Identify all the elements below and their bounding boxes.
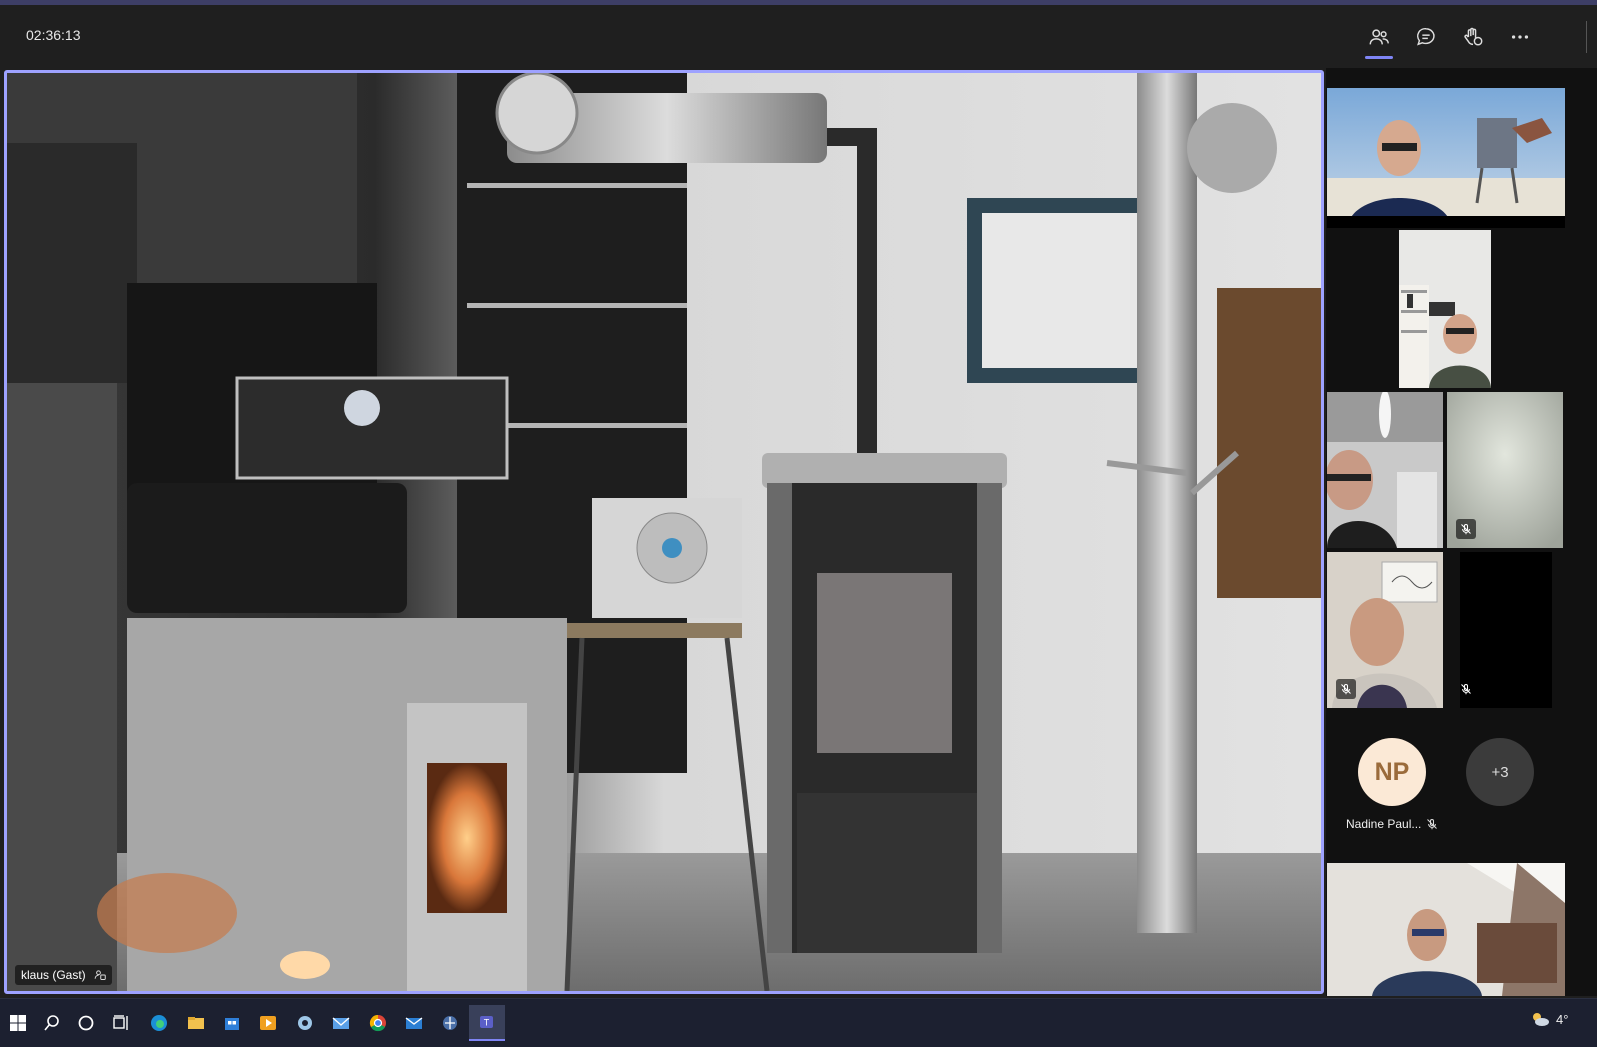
task-view-button[interactable]: [103, 1005, 139, 1041]
meeting-header: 02:36:13: [0, 5, 1597, 67]
participant-tile[interactable]: [1327, 392, 1443, 548]
teams-button[interactable]: T: [469, 1005, 505, 1041]
chat-bubble-icon: [1417, 28, 1435, 46]
avatar-participant-name: Nadine Paul...: [1346, 817, 1422, 831]
weather-icon[interactable]: [1530, 1011, 1550, 1027]
start-button[interactable]: [0, 1005, 36, 1041]
network-app-button[interactable]: [432, 1005, 468, 1041]
cortana-button[interactable]: [68, 1005, 104, 1041]
video-feed-image: [7, 73, 1321, 991]
participant-video: [1327, 863, 1565, 996]
chat-button[interactable]: [1408, 19, 1444, 55]
participant-tile[interactable]: [1327, 552, 1443, 708]
media-player-button[interactable]: [250, 1005, 286, 1041]
weather-temperature[interactable]: 4°: [1556, 1012, 1568, 1027]
mail-button[interactable]: [396, 1005, 432, 1041]
app-icon: [298, 1016, 312, 1030]
participant-tile[interactable]: [1460, 552, 1552, 708]
mic-off-icon: [1427, 818, 1437, 830]
mic-off-indicator: [1422, 814, 1442, 834]
edge-button[interactable]: [141, 1005, 177, 1041]
mic-off-indicator: [1460, 679, 1476, 699]
meeting-timer: 02:36:13: [26, 27, 81, 43]
cortana-icon: [78, 1015, 94, 1031]
mic-off-indicator: [1456, 519, 1476, 539]
participant-name-tag: klaus (Gast): [15, 965, 112, 985]
reactions-button[interactable]: [1455, 19, 1491, 55]
mic-off-icon: [1461, 523, 1471, 535]
edge-icon: [151, 1015, 167, 1031]
avatar: NP: [1358, 738, 1426, 806]
start-icon: [10, 1015, 26, 1031]
participant-tile[interactable]: [1327, 88, 1565, 228]
participant-video: [1327, 88, 1565, 228]
participant-tile[interactable]: [1447, 392, 1563, 548]
teams-icon: T: [480, 1016, 493, 1028]
more-dots-icon: [1511, 35, 1529, 39]
search-button[interactable]: [34, 1005, 70, 1041]
participant-video: [1327, 392, 1443, 548]
chrome-button[interactable]: [360, 1005, 396, 1041]
search-icon: [44, 1015, 59, 1031]
os-taskbar: T 4°: [0, 998, 1597, 1047]
store-button[interactable]: [214, 1005, 250, 1041]
file-explorer-button[interactable]: [178, 1005, 214, 1041]
mic-off-indicator: [1336, 679, 1356, 699]
participants-button[interactable]: [1361, 19, 1397, 59]
mic-off-icon: [1461, 683, 1471, 695]
system-tray: 4°: [1530, 1011, 1568, 1027]
more-actions-button[interactable]: [1502, 19, 1538, 55]
participant-video: [1399, 230, 1491, 388]
raise-hand-icon: [1464, 27, 1483, 46]
chrome-icon: [369, 1014, 386, 1032]
participant-avatar-tile[interactable]: NP Nadine Paul...: [1326, 720, 1444, 840]
media-player-icon: [260, 1016, 276, 1030]
mail-app-button[interactable]: [323, 1005, 359, 1041]
header-divider: [1586, 21, 1587, 53]
task-view-icon: [113, 1015, 128, 1030]
people-icon: [1369, 29, 1389, 45]
participant-name: klaus (Gast): [21, 968, 86, 982]
svg-text:T: T: [484, 1018, 490, 1028]
app-button[interactable]: [287, 1005, 323, 1041]
mic-off-icon: [1341, 683, 1351, 695]
main-video[interactable]: klaus (Gast): [4, 70, 1324, 994]
network-app-icon: [443, 1016, 457, 1030]
participants-gallery: NP Nadine Paul... +3: [1326, 68, 1597, 996]
guest-icon: [94, 970, 106, 980]
participant-tile[interactable]: [1399, 230, 1491, 388]
participant-tile[interactable]: [1327, 863, 1565, 996]
more-participants-button[interactable]: +3: [1466, 738, 1534, 806]
file-explorer-icon: [188, 1017, 204, 1029]
mail-icon: [405, 1017, 423, 1029]
store-icon: [225, 1018, 239, 1030]
mail-app-icon: [332, 1017, 350, 1029]
